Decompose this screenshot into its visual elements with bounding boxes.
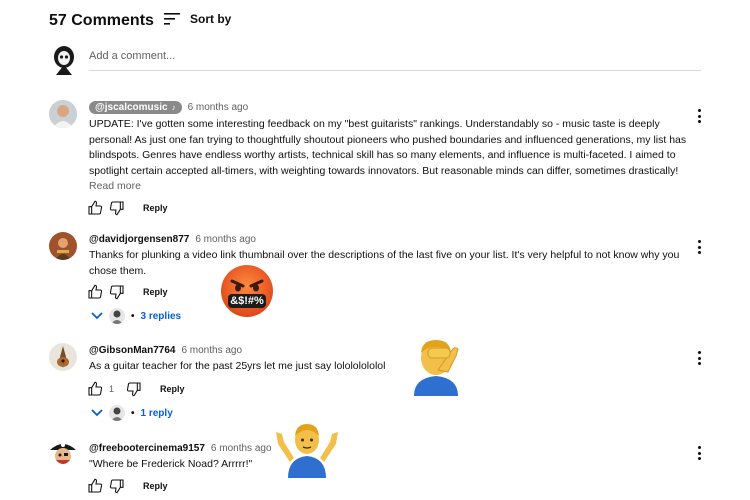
comment-avatar[interactable]: [49, 343, 77, 371]
like-icon[interactable]: [87, 200, 103, 216]
like-count: 1: [109, 384, 115, 394]
censored-symbols: &$!#%: [230, 295, 264, 307]
dislike-icon[interactable]: [109, 200, 125, 216]
reply-button[interactable]: Reply: [143, 481, 168, 491]
sort-by-button[interactable]: Sort by: [164, 12, 231, 26]
comment-text: As a guitar teacher for the past 25yrs l…: [89, 360, 386, 372]
comment-menu-icon[interactable]: [694, 240, 704, 254]
sort-icon: [164, 13, 180, 25]
like-icon[interactable]: [87, 381, 103, 397]
comment-menu-icon[interactable]: [694, 446, 704, 460]
comment-menu-icon[interactable]: [694, 109, 704, 123]
comment-author[interactable]: @GibsonMan7764: [89, 345, 175, 356]
comment-meta: @jscalcomusic ♪ 6 months ago: [89, 101, 248, 114]
comment-time[interactable]: 6 months ago: [211, 443, 272, 454]
reply-button[interactable]: Reply: [160, 384, 185, 394]
shrug-emoji-icon: [274, 418, 340, 478]
dislike-icon[interactable]: [109, 284, 125, 300]
current-user-avatar: [50, 45, 78, 77]
replies-count: 1 reply: [140, 407, 173, 419]
dot-separator: •: [131, 310, 135, 322]
comment-author[interactable]: @freebootercinema9157: [89, 443, 205, 454]
reply-author-avatar: [109, 405, 125, 421]
comment-text: Thanks for plunking a video link thumbna…: [89, 249, 680, 277]
dot-separator: •: [131, 407, 135, 419]
dislike-icon[interactable]: [109, 478, 125, 494]
dislike-icon[interactable]: [126, 381, 142, 397]
channel-owner-badge[interactable]: @jscalcomusic ♪: [89, 101, 182, 114]
angry-swearing-emoji-icon: &$!#%: [220, 264, 274, 318]
comment-meta: @freebootercinema9157 6 months ago: [89, 443, 272, 454]
comment-menu-icon[interactable]: [694, 351, 704, 365]
reply-author-avatar: [109, 308, 125, 324]
chevron-down-icon: [91, 409, 103, 417]
comments-count-title: 57 Comments: [49, 12, 154, 29]
view-replies-button[interactable]: • 3 replies: [91, 308, 181, 324]
view-replies-button[interactable]: • 1 reply: [91, 405, 173, 421]
like-icon[interactable]: [87, 478, 103, 494]
comment-actions: Reply: [87, 478, 168, 494]
comment-time[interactable]: 6 months ago: [188, 102, 249, 113]
replies-count: 3 replies: [140, 310, 182, 322]
like-icon[interactable]: [87, 284, 103, 300]
comment-meta: @davidjorgensen877 6 months ago: [89, 234, 256, 245]
read-more-link[interactable]: Read more: [89, 180, 141, 192]
comment-actions: 1 Reply: [87, 381, 185, 397]
add-comment-input[interactable]: Add a comment...: [89, 50, 701, 71]
comment-text: UPDATE: I've gotten some interesting fee…: [89, 118, 687, 177]
comment-author: @jscalcomusic: [95, 102, 168, 113]
comment-actions: Reply: [87, 284, 168, 300]
reply-button[interactable]: Reply: [143, 203, 168, 213]
comment-avatar[interactable]: [49, 232, 77, 260]
comment-avatar[interactable]: [48, 438, 78, 468]
comment-author[interactable]: @davidjorgensen877: [89, 234, 189, 245]
chevron-down-icon: [91, 312, 103, 320]
comment-actions: Reply: [87, 200, 168, 216]
comment-meta: @GibsonMan7764 6 months ago: [89, 345, 242, 356]
music-note-icon: ♪: [171, 103, 176, 112]
reply-button[interactable]: Reply: [143, 287, 168, 297]
sort-by-label: Sort by: [190, 12, 232, 26]
facepalm-emoji-icon: [408, 336, 464, 396]
comment-time[interactable]: 6 months ago: [195, 234, 256, 245]
comment-avatar[interactable]: [49, 100, 77, 128]
comment-time[interactable]: 6 months ago: [181, 345, 242, 356]
